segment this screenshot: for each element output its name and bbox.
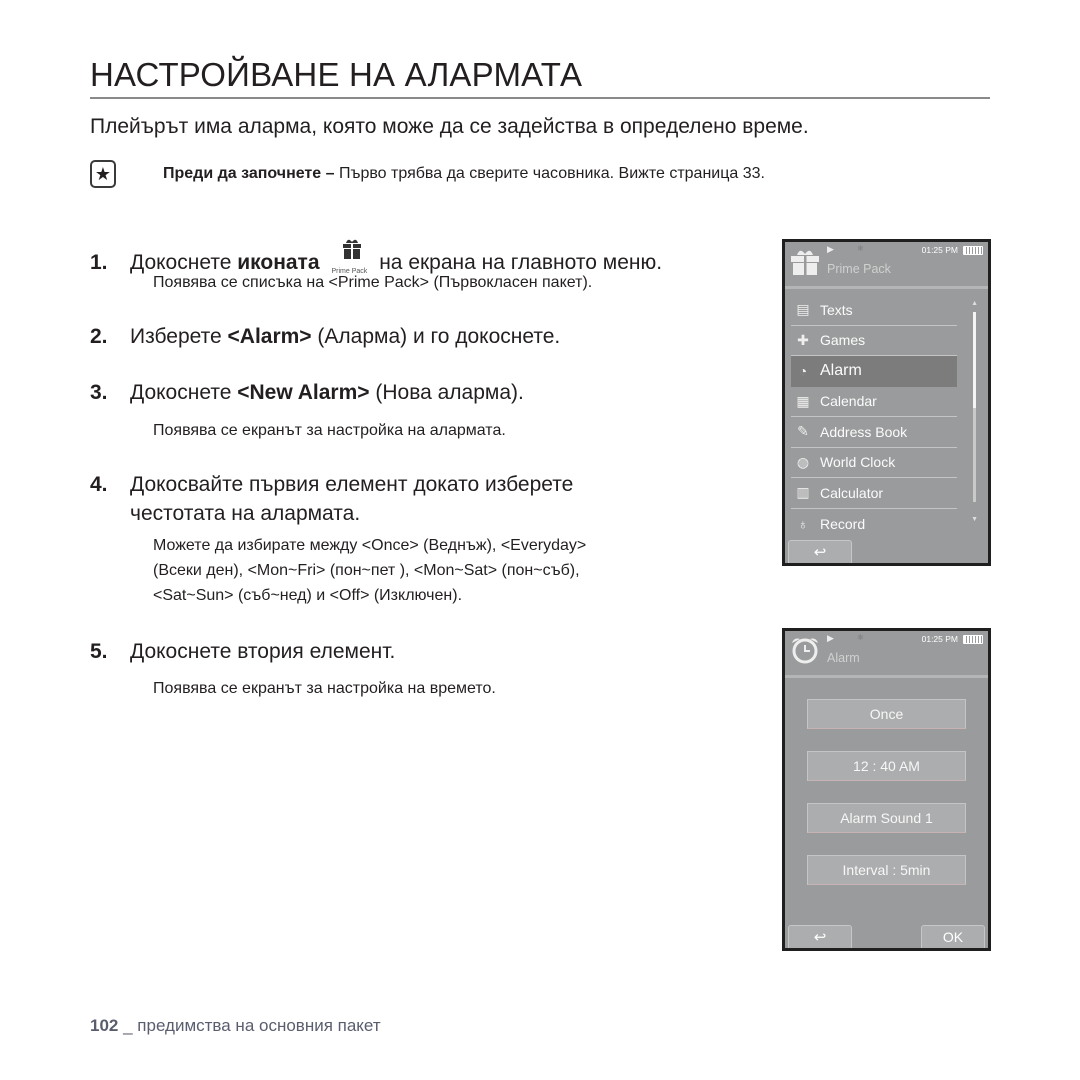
stopwatch-icon: ◔: [798, 363, 808, 380]
prime-pack-icon: Prime Pack: [327, 233, 371, 275]
step-2: 2. Изберете <Alarm> (Аларма) и го докосне…: [90, 325, 560, 349]
scroll-down-icon[interactable]: ▼: [971, 516, 978, 523]
battery-icon: [963, 246, 983, 255]
status-time: 01:25 PM: [921, 634, 958, 644]
options-line: (Всеки ден), <Mon~Fri> (пон~пет ), <Mon~…: [153, 562, 580, 579]
step-text-line2: честотата на алармата.: [130, 502, 361, 525]
play-icon: ▶: [827, 244, 834, 254]
step-text-end: (Нова аларма).: [369, 381, 524, 404]
screen-title: Prime Pack: [827, 262, 891, 276]
time-option-button[interactable]: 12 : 40 AM: [807, 751, 966, 781]
ok-button[interactable]: OK: [921, 925, 985, 948]
back-button[interactable]: ↩: [788, 540, 852, 563]
menu-item-alarm[interactable]: ◔ Alarm: [791, 356, 957, 387]
title-divider: [90, 97, 990, 99]
prime-pack-screen: ▶ ✱ 01:25 PM Prime Pack ▤ Texts ✚ Games ◔ A…: [782, 239, 991, 566]
menu-item-label: Alarm: [820, 362, 862, 380]
step-1: 1. Докоснете иконата Prime Pack на екрана…: [90, 233, 662, 275]
document-icon: ▤: [796, 301, 810, 318]
step-number: 3.: [90, 381, 108, 404]
step-4: 4. Докосвайте първия елемент докато избер…: [90, 470, 573, 528]
menu-item-label: Address Book: [820, 423, 908, 440]
menu-item-world-clock[interactable]: ◍ World Clock: [791, 448, 957, 478]
step-text: Докосвайте първия елемент докато изберет…: [130, 473, 574, 496]
interval-option-button[interactable]: Interval : 5min: [807, 855, 966, 885]
address-book-icon: ✎: [797, 423, 809, 440]
step-3-result: Появява се екранът за настройка на аларм…: [153, 422, 506, 439]
back-button[interactable]: ↩: [788, 925, 852, 948]
bluetooth-icon: ✱: [857, 633, 864, 642]
page-footer: 102 _ предимства на основния пакет: [90, 1016, 381, 1036]
menu-item-label: Games: [820, 332, 866, 349]
note-body: Първо трябва да сверите часовника. Вижте…: [334, 165, 765, 182]
screen-header: ▶ ✱ 01:25 PM Alarm: [785, 631, 988, 678]
menu-list: ▤ Texts ✚ Games ◔ Alarm ▦ Calendar ✎ Address …: [791, 295, 957, 539]
step-number: 5.: [90, 640, 108, 663]
intro-text: Плейърът има аларма, която може да се за…: [90, 115, 809, 138]
alarm-settings-screen: ▶ ✱ 01:25 PM Alarm Once 12 : 40 AM Alarm…: [782, 628, 991, 951]
step-3: 3. Докоснете <New Alarm> (Нова аларма).: [90, 381, 524, 405]
microphone-icon: ♁: [797, 515, 809, 532]
step-bold: <Alarm>: [227, 325, 312, 348]
menu-item-label: Texts: [820, 301, 853, 318]
menu-item-calculator[interactable]: ▥ Calculator: [791, 478, 957, 509]
status-time: 01:25 PM: [921, 245, 958, 255]
back-arrow-icon: ↩: [813, 544, 827, 561]
step-text: Докоснете: [130, 381, 238, 404]
star-note-icon: ★: [90, 160, 116, 188]
menu-item-label: Calendar: [820, 393, 877, 410]
back-arrow-icon: ↩: [813, 929, 827, 946]
step-bold: <New Alarm>: [237, 381, 370, 404]
screen-title: Alarm: [827, 651, 860, 665]
options-line: Можете да избирате между <Once> (Веднъж)…: [153, 537, 587, 554]
step-5: 5. Докоснете втория елемент.: [90, 640, 395, 664]
note-bold: Преди да започнете –: [163, 165, 335, 182]
footer-separator: _: [118, 1016, 138, 1035]
menu-item-record[interactable]: ♁ Record: [791, 509, 957, 540]
step-text: Докоснете втория елемент.: [130, 640, 396, 663]
gamepad-icon: ✚: [797, 331, 809, 348]
calculator-icon: ▥: [796, 484, 810, 501]
step-5-result: Появява се екранът за настройка на време…: [153, 680, 496, 697]
note-text: Преди да започнете – Първо трябва да све…: [163, 165, 765, 183]
page-number: 102: [90, 1016, 119, 1035]
battery-icon: [963, 635, 983, 644]
options-line: <Sat~Sun> (съб~нед) и <Off> (Изключен).: [153, 587, 463, 604]
step-number: 2.: [90, 325, 108, 348]
step-text-end: (Аларма) и го докоснете.: [311, 325, 561, 348]
step-1-result: Появява се списъка на <Prime Pack> (Първ…: [153, 274, 593, 291]
globe-icon: ◍: [796, 453, 810, 470]
step-4-options: Можете да избирате между <Once> (Веднъж)…: [153, 533, 586, 608]
scroll-up-icon[interactable]: ▲: [971, 300, 978, 307]
step-number: 1.: [90, 251, 108, 274]
menu-item-games[interactable]: ✚ Games: [791, 326, 957, 356]
alarm-clock-icon: [792, 638, 818, 664]
scrollbar-thumb[interactable]: [973, 312, 976, 408]
footer-text: предимства на основния пакет: [137, 1016, 381, 1035]
screen-header: ▶ ✱ 01:25 PM Prime Pack: [785, 242, 988, 289]
menu-item-texts[interactable]: ▤ Texts: [791, 295, 957, 326]
menu-item-calendar[interactable]: ▦ Calendar: [791, 387, 957, 417]
scrollbar[interactable]: [973, 312, 976, 502]
step-text: Изберете: [130, 325, 228, 348]
menu-item-label: Calculator: [820, 484, 884, 501]
menu-item-label: World Clock: [820, 454, 896, 471]
alarm-sound-option-button[interactable]: Alarm Sound 1: [807, 803, 966, 833]
page-title: НАСТРОЙВАНЕ НА АЛАРМАТА: [90, 56, 583, 93]
bluetooth-icon: ✱: [857, 244, 864, 253]
frequency-option-button[interactable]: Once: [807, 699, 966, 729]
menu-item-address-book[interactable]: ✎ Address Book: [791, 417, 957, 448]
step-number: 4.: [90, 473, 108, 496]
gift-icon: [791, 250, 819, 275]
play-icon: ▶: [827, 633, 834, 643]
calendar-icon: ▦: [796, 392, 810, 409]
menu-item-label: Record: [820, 515, 866, 532]
